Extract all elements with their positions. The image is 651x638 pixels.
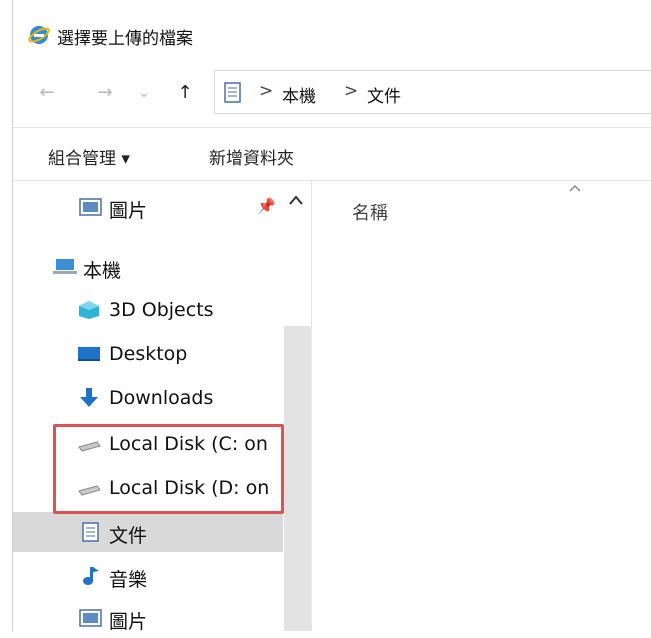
nav-item-pictures-pinned[interactable]: 圖片 📌: [13, 187, 283, 227]
back-button[interactable]: ←: [35, 80, 59, 106]
window-title: 選擇要上傳的檔案: [57, 29, 193, 49]
3d-objects-icon: [77, 300, 101, 320]
downloads-icon: [77, 388, 101, 408]
breadcrumb-separator: >: [259, 81, 274, 101]
pictures-icon: [79, 197, 103, 217]
scrollbar-thumb[interactable]: [284, 326, 311, 631]
highlight-box: [53, 424, 284, 514]
navigation-pane: 圖片 📌 本機 3D Objects Desktop Downloads Loc…: [13, 181, 311, 633]
divider: [13, 127, 651, 128]
toolbar: 組合管理 ▾ 新增資料夾: [13, 130, 651, 180]
address-row: ← → ⌄ ↑ > 本機 > 文件: [13, 70, 651, 122]
nav-item-desktop[interactable]: Desktop: [13, 334, 283, 374]
file-list: 名稱: [312, 181, 651, 631]
nav-item-this-pc[interactable]: 本機: [13, 247, 283, 287]
nav-item-label: 圖片: [109, 611, 148, 633]
music-icon: [79, 566, 103, 586]
pin-icon[interactable]: 📌: [257, 197, 276, 215]
nav-item-documents[interactable]: 文件: [13, 512, 283, 552]
sort-ascending-icon: [568, 181, 582, 197]
title-bar: 選擇要上傳的檔案: [13, 0, 651, 60]
breadcrumb-this-pc[interactable]: 本機: [282, 82, 316, 107]
scroll-up-chevron-icon[interactable]: [288, 191, 304, 210]
this-pc-icon: [53, 257, 77, 277]
nav-item-music[interactable]: 音樂: [13, 556, 283, 596]
nav-item-pictures[interactable]: 圖片: [13, 598, 283, 638]
new-folder-button[interactable]: 新增資料夾: [209, 144, 294, 169]
nav-item-label: 文件: [109, 525, 148, 547]
documents-icon: [79, 522, 103, 542]
column-header-name[interactable]: 名稱: [352, 199, 388, 225]
nav-item-label: 音樂: [109, 569, 148, 591]
address-bar[interactable]: > 本機 > 文件: [214, 70, 651, 114]
recent-locations-button[interactable]: ⌄: [132, 80, 156, 106]
nav-item-downloads[interactable]: Downloads: [13, 378, 283, 418]
nav-item-3d-objects[interactable]: 3D Objects: [13, 290, 283, 330]
nav-item-label: 圖片: [109, 200, 148, 222]
documents-icon: [223, 82, 243, 104]
forward-button[interactable]: →: [93, 80, 117, 106]
file-dialog-window: 選擇要上傳的檔案 ← → ⌄ ↑ > 本機 > 文件 組合管理 ▾ 新增資料夾: [12, 0, 651, 633]
ie-icon: [28, 24, 50, 46]
organize-button[interactable]: 組合管理 ▾: [48, 144, 130, 169]
nav-item-label: Desktop: [109, 343, 188, 365]
pictures-icon: [79, 608, 103, 628]
nav-scrollbar[interactable]: [284, 181, 311, 631]
desktop-icon: [77, 344, 101, 364]
nav-item-label: Downloads: [109, 387, 214, 409]
breadcrumb-separator: >: [344, 81, 359, 101]
up-button[interactable]: ↑: [173, 80, 197, 106]
nav-item-label: 3D Objects: [109, 299, 214, 321]
breadcrumb-documents[interactable]: 文件: [367, 82, 401, 107]
nav-item-label: 本機: [83, 260, 122, 282]
